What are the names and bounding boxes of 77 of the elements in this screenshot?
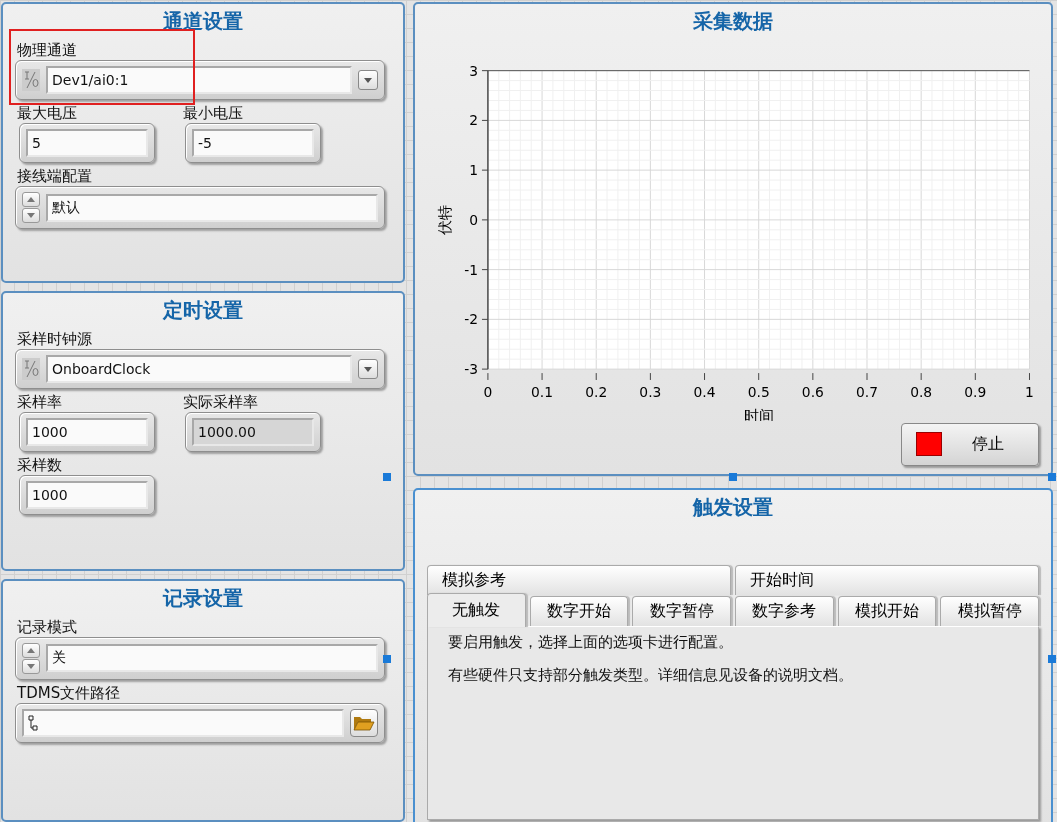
tab[interactable]: 模拟暂停 — [940, 596, 1040, 626]
field-label: 最大电压 — [16, 104, 78, 123]
selection-handle[interactable] — [1048, 473, 1056, 482]
tab[interactable]: 数字暂停 — [632, 596, 731, 626]
y-tick-label: -1 — [464, 261, 478, 278]
stop-button[interactable]: 停止 — [901, 422, 1039, 466]
numeric-field[interactable]: 1000 — [26, 481, 148, 510]
path-field[interactable] — [22, 708, 344, 737]
y-tick-label: -2 — [464, 311, 478, 328]
field-label: 采样数 — [16, 456, 63, 476]
selection-handle[interactable] — [1048, 655, 1056, 663]
increment-button[interactable] — [22, 192, 40, 207]
tab[interactable]: 模拟开始 — [837, 596, 937, 626]
increment-button[interactable] — [22, 642, 40, 658]
x-tick-label: 0 — [483, 383, 493, 400]
tab[interactable]: 无触发 — [427, 593, 526, 627]
selection-handle[interactable] — [383, 473, 392, 482]
help-text: 有些硬件只支持部分触发类型。详细信息见设备的说明文档。 — [448, 666, 854, 685]
selection-handle[interactable] — [383, 655, 392, 663]
field-label: 接线端配置 — [16, 167, 93, 186]
numeric-indicator: 1000.00 — [192, 418, 314, 447]
tab[interactable]: 数字开始 — [529, 596, 629, 626]
y-axis-title: 伏特 — [436, 204, 454, 235]
numeric-field[interactable]: -5 — [192, 129, 314, 157]
tab[interactable]: 开始时间 — [735, 565, 1039, 595]
decrement-button[interactable] — [22, 658, 40, 674]
panel-title: 采集数据 — [693, 8, 773, 35]
field-label: 记录模式 — [16, 617, 78, 637]
help-text: 要启用触发，选择上面的选项卡进行配置。 — [448, 633, 734, 652]
numeric-field[interactable]: 1000 — [26, 418, 148, 447]
x-tick-label: 0.2 — [585, 383, 608, 400]
stop-icon — [916, 432, 942, 457]
x-tick-label: 0.1 — [531, 383, 554, 400]
field-label: 采样率 — [16, 393, 63, 413]
field-label: TDMS文件路径 — [16, 683, 122, 703]
up-arrow-icon — [27, 197, 35, 202]
field-label: 采样时钟源 — [16, 330, 93, 350]
panel-title: 定时设置 — [163, 297, 243, 325]
io-icon — [22, 69, 40, 91]
field-label: 最小电压 — [182, 104, 244, 123]
ring-field[interactable]: 默认 — [46, 193, 378, 222]
decrement-button[interactable] — [22, 208, 40, 223]
y-tick-label: 3 — [469, 62, 478, 79]
channel-field[interactable]: OnboardClock — [46, 355, 352, 384]
dropdown-button[interactable] — [358, 359, 378, 380]
path-icon — [28, 713, 38, 732]
tab[interactable]: 模拟参考 — [427, 565, 731, 595]
browse-button[interactable] — [350, 708, 378, 737]
io-icon — [22, 358, 40, 381]
y-tick-label: -3 — [464, 361, 478, 378]
y-tick-label: 1 — [469, 162, 478, 179]
x-tick-label: 1 — [1025, 383, 1034, 400]
ring-field[interactable]: 关 — [46, 644, 378, 673]
up-arrow-icon — [27, 647, 35, 653]
panel-title: 记录设置 — [163, 584, 243, 612]
selection-handle[interactable] — [729, 473, 737, 482]
field-label: 物理通道 — [16, 41, 78, 60]
channel-field[interactable]: Dev1/ai0:1 — [46, 66, 352, 94]
caret-icon — [364, 366, 372, 372]
x-tick-label: 0.8 — [910, 383, 933, 400]
x-tick-label: 0.9 — [964, 383, 987, 400]
tab[interactable]: 数字参考 — [735, 596, 834, 626]
x-tick-label: 0.6 — [801, 383, 824, 400]
x-tick-label: 0.3 — [639, 383, 662, 400]
caret-icon — [364, 77, 372, 83]
panel-title: 触发设置 — [693, 494, 773, 521]
y-tick-label: 0 — [469, 211, 478, 228]
down-arrow-icon — [27, 213, 35, 218]
field-label: 实际采样率 — [182, 393, 259, 413]
x-tick-label: 0.5 — [747, 383, 770, 400]
x-tick-label: 0.7 — [856, 383, 878, 400]
x-tick-label: 0.4 — [693, 383, 716, 400]
y-tick-label: 2 — [469, 112, 478, 129]
folder-icon — [353, 714, 375, 731]
numeric-field[interactable]: 5 — [26, 129, 148, 157]
dropdown-button[interactable] — [358, 70, 378, 90]
down-arrow-icon — [27, 663, 35, 669]
